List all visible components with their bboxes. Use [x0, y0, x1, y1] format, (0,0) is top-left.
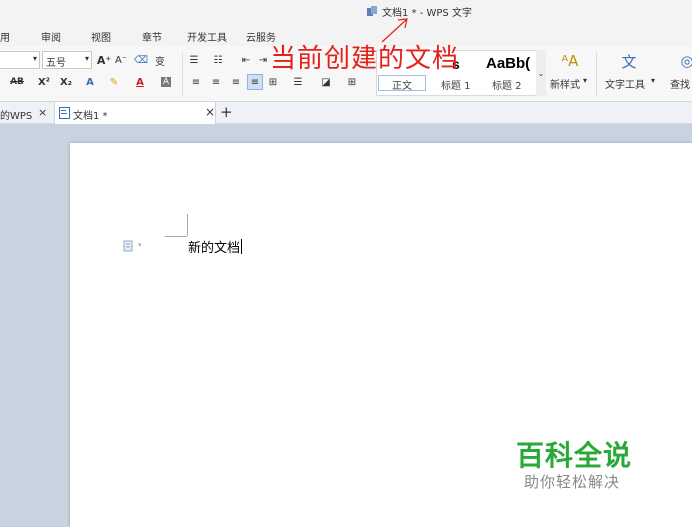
distributed-align-icon[interactable]: ⊞: [265, 74, 281, 90]
style-normal-label[interactable]: 正文: [392, 77, 412, 92]
text-effect-icon[interactable]: A: [82, 74, 98, 90]
find-icon[interactable]: ◎: [680, 51, 692, 71]
wps-document-icon: [367, 6, 377, 16]
watermark-title: 百科全说: [516, 439, 633, 472]
margin-corner-mark: [165, 236, 187, 237]
find-label[interactable]: 查找: [670, 76, 690, 91]
style-sample-heading: AaBb(: [486, 55, 531, 72]
strikethrough-button[interactable]: AB: [0, 74, 34, 90]
grow-font-button[interactable]: A⁺: [96, 52, 112, 68]
align-right-icon[interactable]: ≡: [228, 74, 244, 90]
watermark-subtitle: 助你轻松解决: [524, 473, 621, 491]
increase-indent-icon[interactable]: ⇥: [255, 52, 271, 68]
menu-tab-developer[interactable]: 开发工具: [187, 29, 227, 44]
phonetic-guide-button[interactable]: 变: [152, 52, 168, 68]
borders-icon[interactable]: ⊞: [344, 74, 360, 90]
chevron-down-icon: ▾: [138, 241, 142, 249]
tab-document1-label: 文档1 *: [73, 111, 108, 122]
annotation-label: 当前创建的文档: [270, 44, 460, 74]
style-heading1-label[interactable]: 标题 1: [441, 77, 471, 92]
chevron-down-icon: ▾: [32, 54, 37, 63]
align-left-icon[interactable]: ≡: [188, 74, 204, 90]
menu-tab-review[interactable]: 审阅: [41, 29, 61, 44]
document-icon: [59, 107, 70, 119]
char-shading-icon[interactable]: A: [158, 74, 174, 90]
text-caret: [241, 239, 243, 254]
clear-format-icon[interactable]: ⌫: [133, 52, 149, 68]
highlight-color-icon[interactable]: ✎: [106, 74, 122, 90]
font-name-dropdown[interactable]: ▾: [0, 51, 40, 69]
font-color-icon[interactable]: A: [132, 74, 148, 90]
line-spacing-icon[interactable]: ☰: [290, 74, 306, 90]
new-style-label[interactable]: 新样式: [550, 76, 580, 91]
superscript-button[interactable]: X²: [36, 74, 52, 90]
chevron-down-icon: ▾: [84, 54, 89, 63]
align-center-icon[interactable]: ≡: [208, 74, 224, 90]
decrease-indent-icon[interactable]: ⇤: [238, 52, 254, 68]
menu-tab-view[interactable]: 视图: [91, 29, 111, 44]
title-bar: 文档1 * - WPS 文字: [0, 0, 692, 24]
chevron-down-icon: ▾: [651, 76, 656, 85]
close-icon[interactable]: ×: [205, 105, 215, 119]
text-tools-label[interactable]: 文字工具: [605, 76, 645, 91]
chevron-down-icon: ▾: [583, 76, 588, 85]
margin-corner-mark: [187, 214, 188, 236]
bullet-list-icon[interactable]: ☰: [186, 52, 202, 68]
new-tab-plus-icon[interactable]: +: [220, 103, 233, 125]
font-size-dropdown[interactable]: 五号 ▾: [42, 51, 92, 69]
justify-icon[interactable]: ≡: [247, 74, 263, 90]
font-size-value: 五号: [46, 58, 66, 69]
paragraph-layout-icon[interactable]: [123, 240, 135, 252]
menu-tab-partial[interactable]: 用: [0, 29, 10, 44]
document-body-text[interactable]: 新的文档: [188, 237, 243, 256]
shrink-font-button[interactable]: A⁻: [113, 52, 129, 68]
numbered-list-icon[interactable]: ☷: [210, 52, 226, 68]
style-heading2-label[interactable]: 标题 2: [492, 77, 522, 92]
close-icon[interactable]: ×: [38, 106, 47, 120]
document-tab-bar: 的WPS × 文档1 * × +: [0, 102, 692, 124]
subscript-button[interactable]: X₂: [58, 74, 74, 90]
paragraph-shading-icon[interactable]: ◪: [318, 74, 334, 90]
new-style-icon[interactable]: ᴬA: [558, 51, 582, 71]
tab-document1[interactable]: 文档1 * ×: [54, 102, 216, 124]
menu-tab-section[interactable]: 章节: [142, 29, 162, 44]
style-gallery-scroll[interactable]: ⌄: [536, 50, 546, 96]
separator: [182, 52, 183, 96]
separator: [596, 52, 597, 96]
text-tools-icon[interactable]: 文: [618, 51, 640, 71]
